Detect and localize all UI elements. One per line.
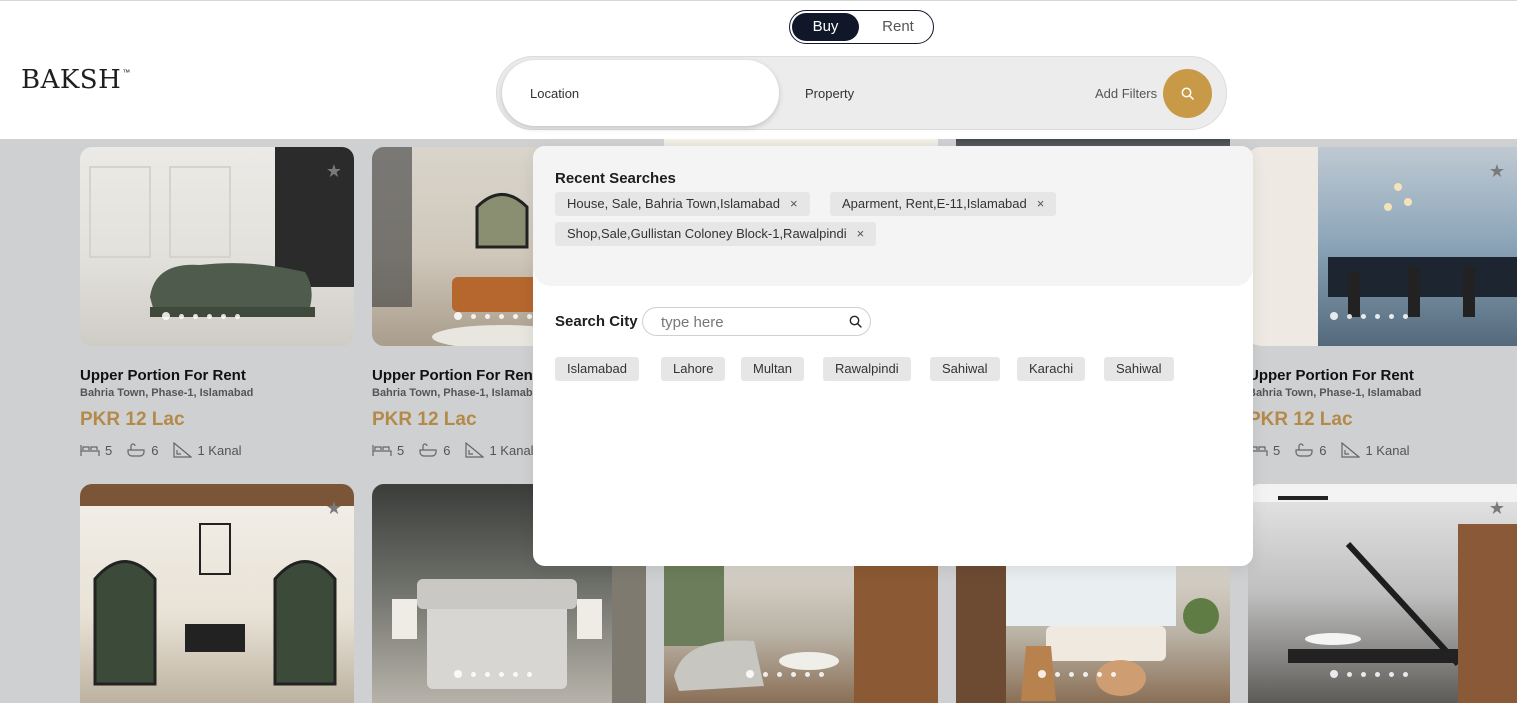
brand-name: BAKSH	[21, 65, 122, 95]
listing-features: 5 6 1 Kanal	[372, 442, 548, 458]
listing-photo[interactable]: ★	[1248, 147, 1517, 346]
favorite-star-icon[interactable]: ★	[324, 498, 344, 518]
city-chip-sahiwal[interactable]: Sahiwal	[930, 357, 1000, 381]
remove-icon[interactable]: ×	[1037, 196, 1045, 211]
recent-search-chip[interactable]: House, Sale, Bahria Town,Islamabad ×	[555, 192, 810, 216]
beds-count: 5	[105, 442, 113, 458]
search-icon	[1181, 87, 1194, 100]
beds-count: 5	[397, 442, 405, 458]
area-size: 1 Kanal	[1365, 442, 1410, 458]
bed-icon	[80, 445, 100, 456]
listing-photo[interactable]: ★	[80, 484, 354, 703]
location-field[interactable]: Location	[502, 60, 779, 126]
site-header: BAKSH™ Buy Rent Location Property Add Fi…	[0, 0, 1517, 139]
listing-price: PKR 12 Lac	[1248, 409, 1353, 430]
recent-search-text: House, Sale, Bahria Town,Islamabad	[567, 196, 780, 211]
listing-address: Bahria Town, Phase-1, Islamabad	[80, 387, 254, 399]
baths-count: 6	[151, 442, 159, 458]
brand-logo[interactable]: BAKSH™	[21, 65, 130, 95]
listing-title[interactable]: Upper Portion For Rent	[1248, 367, 1414, 384]
property-field[interactable]: Property	[805, 86, 854, 101]
carousel-dots[interactable]	[1330, 670, 1408, 678]
recent-searches-section: Recent Searches House, Sale, Bahria Town…	[533, 146, 1253, 286]
search-icon[interactable]	[849, 315, 862, 328]
bath-icon	[419, 443, 437, 457]
recent-search-text: Aparment, Rent,E-11,Islamabad	[842, 196, 1027, 211]
city-chip-multan[interactable]: Multan	[741, 357, 805, 381]
search-button[interactable]	[1163, 69, 1212, 118]
beds-count: 5	[1273, 442, 1281, 458]
carousel-dots[interactable]	[746, 670, 824, 678]
listing-title[interactable]: Upper Portion For Rent	[80, 367, 246, 384]
listing-address: Bahria Town, Phase-1, Islamabad	[1248, 387, 1422, 399]
buy-rent-toggle: Buy Rent	[789, 10, 934, 44]
favorite-star-icon[interactable]: ★	[324, 161, 344, 181]
toggle-rent[interactable]: Rent	[865, 13, 931, 41]
city-chip-rawalpindi[interactable]: Rawalpindi	[823, 357, 911, 381]
recent-search-chip[interactable]: Shop,Sale,Gullistan Coloney Block-1,Rawa…	[555, 222, 877, 246]
listing-photo[interactable]	[956, 566, 1230, 703]
search-bar: Location Property Add Filters	[496, 56, 1227, 130]
city-chip-karachi[interactable]: Karachi	[1017, 357, 1086, 381]
listing-photo[interactable]	[664, 566, 938, 703]
living-room-illustration	[956, 566, 1219, 703]
recent-searches-title: Recent Searches	[555, 170, 676, 187]
area-size: 1 Kanal	[489, 442, 534, 458]
listing-features: 5 6 1 Kanal	[80, 442, 256, 458]
favorite-star-icon[interactable]: ★	[1487, 161, 1507, 181]
bed-icon	[372, 445, 392, 456]
carousel-dots[interactable]	[454, 670, 532, 678]
recent-search-chip[interactable]: Aparment, Rent,E-11,Islamabad ×	[830, 192, 1057, 216]
carousel-dots[interactable]	[162, 312, 240, 320]
listing-photo[interactable]: ★	[1248, 484, 1517, 703]
living-room-illustration	[80, 484, 354, 686]
location-label: Location	[530, 86, 580, 101]
area-icon	[173, 442, 193, 458]
baths-count: 6	[443, 442, 451, 458]
listing-photo[interactable]: ★	[80, 147, 354, 346]
location-dropdown: Recent Searches House, Sale, Bahria Town…	[533, 146, 1253, 566]
listing-features: 5 6 1 Kanal	[1248, 442, 1424, 458]
listing-title[interactable]: Upper Portion For Rent	[372, 367, 538, 384]
bath-icon	[127, 443, 145, 457]
area-icon	[1341, 442, 1361, 458]
recent-search-text: Shop,Sale,Gullistan Coloney Block-1,Rawa…	[567, 226, 847, 241]
area-size: 1 Kanal	[197, 442, 242, 458]
carousel-dots[interactable]	[454, 312, 532, 320]
carousel-dots[interactable]	[1038, 670, 1116, 678]
carousel-dots[interactable]	[1330, 312, 1408, 320]
listing-address: Bahria Town, Phase-1, Islamabad	[372, 387, 546, 399]
city-chip-islamabad[interactable]: Islamabad	[555, 357, 639, 381]
add-filters-button[interactable]: Add Filters	[1095, 86, 1157, 101]
living-room-illustration	[664, 566, 938, 703]
city-search-field[interactable]	[642, 307, 871, 336]
listing-price: PKR 12 Lac	[80, 409, 185, 430]
city-chip-sahiwal-2[interactable]: Sahiwal	[1104, 357, 1174, 381]
favorite-star-icon[interactable]: ★	[1487, 498, 1507, 518]
bath-icon	[1295, 443, 1313, 457]
area-icon	[465, 442, 485, 458]
toggle-buy[interactable]: Buy	[792, 13, 859, 41]
listing-price: PKR 12 Lac	[372, 409, 477, 430]
baths-count: 6	[1319, 442, 1327, 458]
city-search-input[interactable]	[661, 312, 841, 332]
trademark-mark: ™	[122, 68, 131, 77]
city-chip-lahore[interactable]: Lahore	[661, 357, 726, 381]
remove-icon[interactable]: ×	[790, 196, 798, 211]
search-city-label: Search City	[555, 313, 638, 330]
remove-icon[interactable]: ×	[857, 226, 865, 241]
